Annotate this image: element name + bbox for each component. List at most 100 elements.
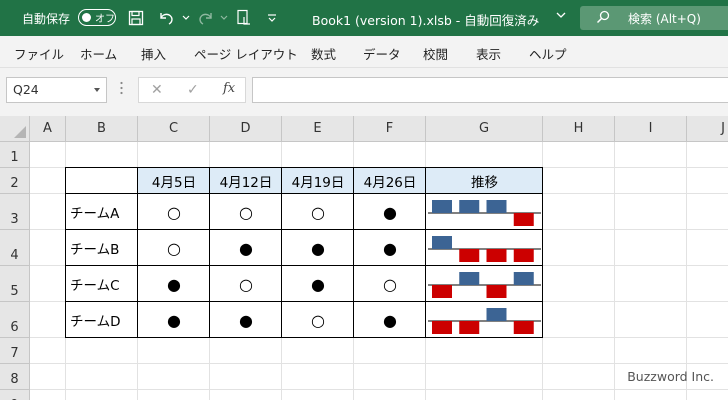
row-header-3[interactable]: 3	[0, 194, 30, 230]
row-header-9[interactable]: 9	[0, 390, 30, 400]
team-name-cell[interactable]: チームD	[66, 302, 138, 338]
sparkline-svg	[428, 308, 541, 334]
sparkline-loss-bar	[432, 285, 452, 298]
customize-toolbar-icon[interactable]	[262, 8, 282, 28]
select-all-button[interactable]	[0, 116, 30, 142]
trend-sparkline[interactable]	[426, 302, 543, 338]
column-header-d[interactable]: D	[210, 116, 282, 142]
column-header-c[interactable]: C	[138, 116, 210, 142]
row-header-5[interactable]: 5	[0, 266, 30, 302]
table-header-blank[interactable]	[66, 168, 138, 194]
trend-sparkline[interactable]	[426, 230, 543, 266]
name-box[interactable]: Q24	[6, 77, 107, 103]
tab-formulas[interactable]: 数式	[311, 44, 336, 63]
table-header-cell[interactable]: 推移	[426, 168, 543, 194]
save-icon[interactable]	[126, 8, 146, 28]
sparkline-loss-bar	[513, 321, 534, 334]
team-name-cell[interactable]: チームB	[66, 230, 138, 266]
win-mark-cell[interactable]: ●	[354, 194, 426, 230]
worksheet-grid[interactable]: ABCDEFGHIJ 123456789 4月5日4月12日4月19日4月26日推移…	[0, 116, 728, 400]
row-header-4[interactable]: 4	[0, 230, 30, 266]
column-header-g[interactable]: G	[426, 116, 543, 142]
column-header-f[interactable]: F	[354, 116, 426, 142]
table-border	[65, 229, 543, 230]
win-mark-cell[interactable]: ●	[282, 266, 354, 302]
autosave-label: 自動保存	[22, 12, 71, 26]
team-name-cell[interactable]: チームC	[66, 266, 138, 302]
sparkline-loss-bar	[513, 249, 534, 262]
sparkline-loss-bar	[486, 285, 507, 298]
table-header-cell[interactable]: 4月5日	[138, 168, 210, 194]
formula-input[interactable]	[252, 77, 728, 103]
sparkline-win-bar	[459, 272, 480, 285]
tab-insert[interactable]: 挿入	[141, 44, 166, 63]
gridline	[614, 142, 615, 400]
trend-sparkline[interactable]	[426, 266, 543, 302]
trend-sparkline[interactable]	[426, 194, 543, 230]
loss-mark-cell[interactable]: ○	[282, 194, 354, 230]
sparkline-loss-bar	[459, 249, 480, 262]
row-header-7[interactable]: 7	[0, 338, 30, 364]
loss-mark-cell[interactable]: ○	[282, 302, 354, 338]
search-box[interactable]: 検索 (Alt+Q)	[580, 6, 728, 30]
select-all-icon	[14, 126, 26, 138]
tab-home[interactable]: ホーム	[80, 44, 117, 63]
table-header-cell[interactable]: 4月12日	[210, 168, 282, 194]
undo-dropdown-icon[interactable]	[176, 8, 196, 28]
table-header-cell[interactable]: 4月19日	[282, 168, 354, 194]
cancel-icon[interactable]: ✕	[151, 82, 163, 98]
name-box-value: Q24	[13, 82, 39, 97]
column-header-j[interactable]: J	[687, 116, 728, 142]
tab-view[interactable]: 表示	[476, 44, 501, 63]
loss-mark-cell[interactable]: ○	[354, 266, 426, 302]
loss-mark-cell[interactable]: ○	[210, 266, 282, 302]
title-chevron-icon[interactable]	[556, 9, 566, 24]
win-mark-cell[interactable]: ●	[282, 230, 354, 266]
sparkline-win-bar	[432, 236, 452, 249]
row-header-6[interactable]: 6	[0, 302, 30, 338]
column-header-b[interactable]: B	[66, 116, 138, 142]
table-border	[65, 167, 543, 168]
redo-icon[interactable]	[196, 8, 216, 28]
team-name-cell[interactable]: チームA	[66, 194, 138, 230]
sparkline-svg	[428, 272, 541, 298]
win-mark-cell[interactable]: ●	[210, 302, 282, 338]
column-header-a[interactable]: A	[30, 116, 66, 142]
loss-mark-cell[interactable]: ○	[138, 230, 210, 266]
loss-mark-cell[interactable]: ○	[210, 194, 282, 230]
win-mark-cell[interactable]: ●	[138, 266, 210, 302]
insert-function-button[interactable]: fx	[223, 81, 235, 96]
touch-mode-icon[interactable]	[234, 8, 254, 28]
sparkline-win-bar	[513, 272, 534, 285]
toggle-knob	[82, 12, 91, 22]
gridline	[686, 142, 687, 400]
tab-review[interactable]: 校閲	[423, 44, 448, 63]
sparkline-loss-bar	[432, 321, 452, 334]
loss-mark-cell[interactable]: ○	[138, 194, 210, 230]
table-header-cell[interactable]: 4月26日	[354, 168, 426, 194]
formula-bar-grip-icon[interactable]	[120, 81, 123, 95]
tab-file[interactable]: ファイル	[14, 44, 64, 63]
redo-dropdown-icon[interactable]	[214, 8, 234, 28]
undo-icon[interactable]	[156, 8, 176, 28]
column-header-i[interactable]: I	[615, 116, 687, 142]
row-header-2[interactable]: 2	[0, 168, 30, 194]
row-header-1[interactable]: 1	[0, 142, 30, 168]
tab-help[interactable]: ヘルプ	[529, 44, 567, 63]
tab-page-layout[interactable]: ページ レイアウト	[194, 44, 298, 63]
column-header-h[interactable]: H	[543, 116, 615, 142]
win-mark-cell[interactable]: ●	[138, 302, 210, 338]
gridline	[30, 363, 728, 364]
name-box-dropdown-icon[interactable]	[94, 88, 100, 92]
sparkline-win-bar	[486, 308, 507, 321]
sparkline-svg	[428, 236, 541, 262]
watermark: Buzzword Inc.	[627, 369, 714, 384]
win-mark-cell[interactable]: ●	[210, 230, 282, 266]
win-mark-cell[interactable]: ●	[354, 230, 426, 266]
row-header-8[interactable]: 8	[0, 364, 30, 390]
tab-data[interactable]: データ	[363, 44, 401, 63]
autosave-toggle[interactable]: オフ	[78, 9, 116, 26]
enter-icon[interactable]: ✓	[187, 82, 199, 98]
win-mark-cell[interactable]: ●	[354, 302, 426, 338]
column-header-e[interactable]: E	[282, 116, 354, 142]
